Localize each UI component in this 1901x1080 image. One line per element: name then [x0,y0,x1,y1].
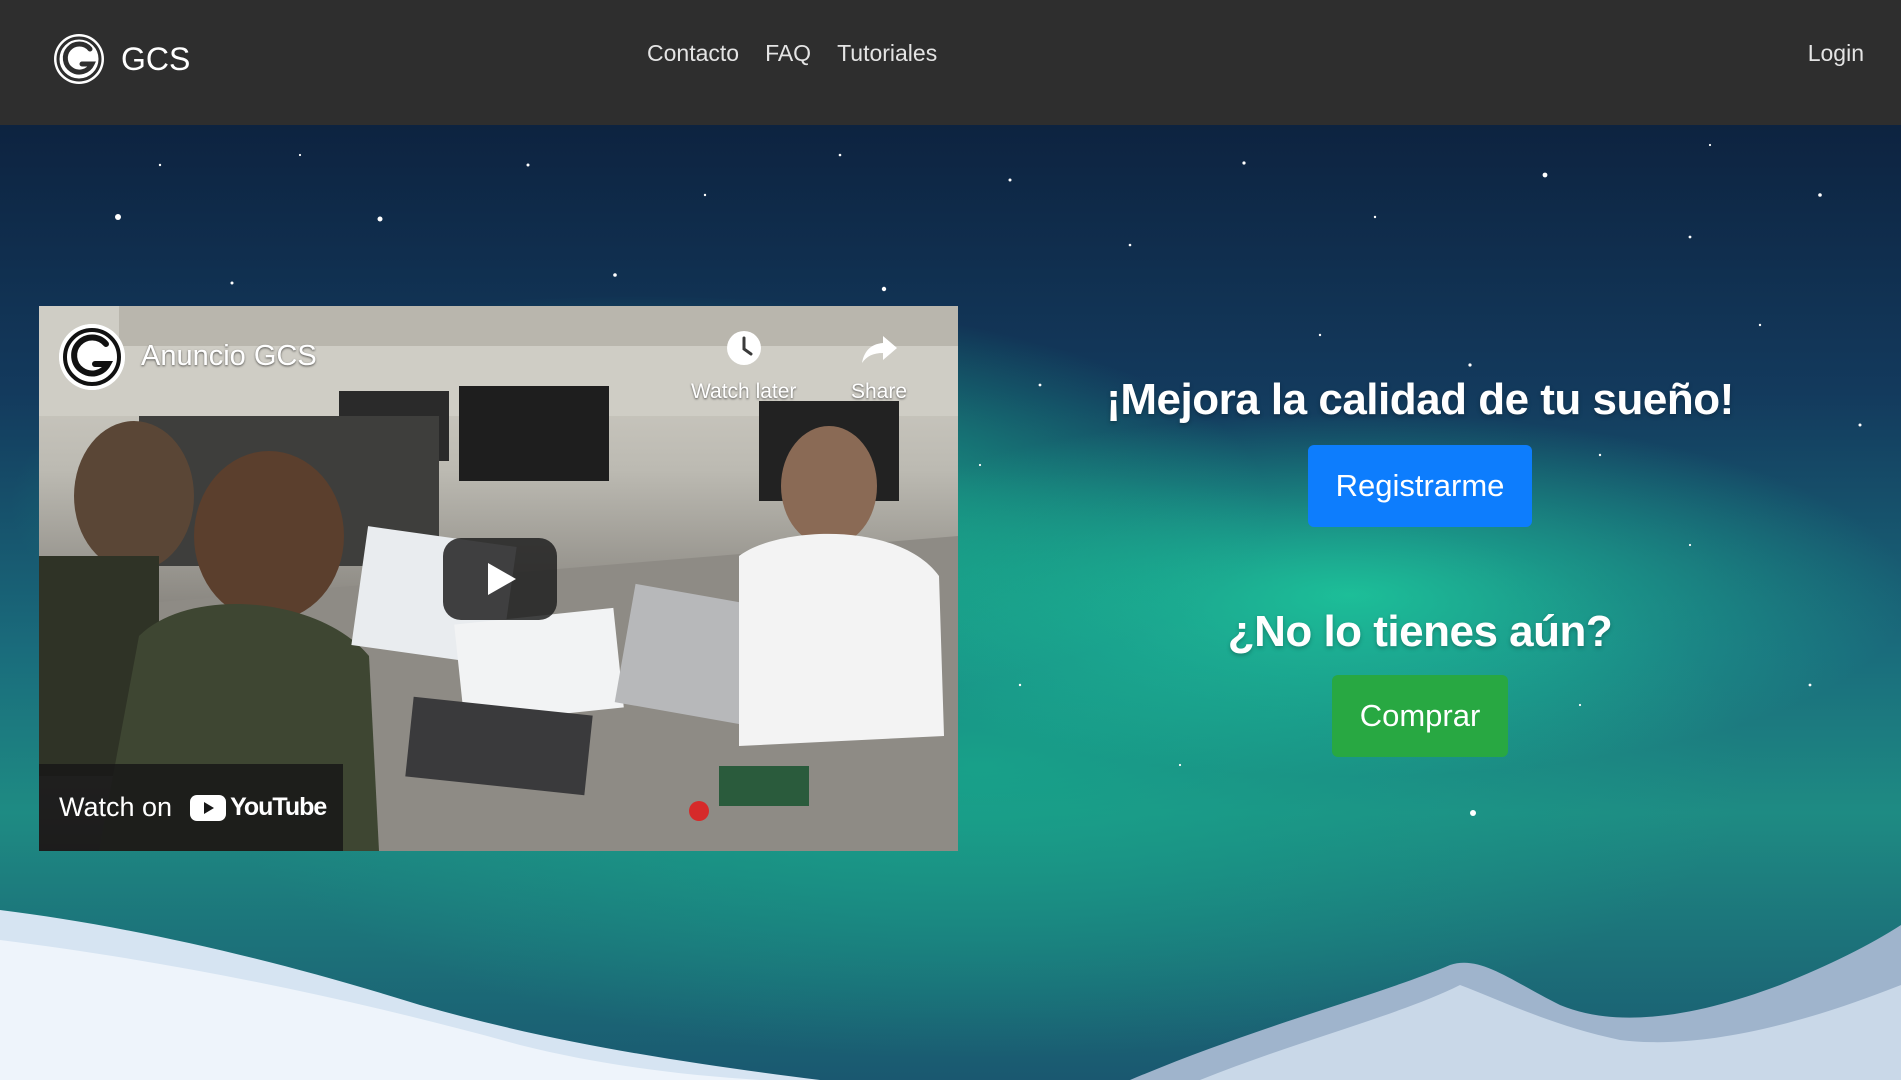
hero-section: Anuncio GCS Watch later Share Watch on Y… [0,125,1901,1080]
secondary-headline: ¿No lo tienes aún? [1227,607,1613,656]
gcs-logo-icon [54,34,104,84]
main-headline: ¡Mejora la calidad de tu sueño! [1106,375,1734,424]
watch-later-label: Watch later [691,380,797,403]
youtube-logo-icon [190,794,227,821]
play-button[interactable] [443,538,557,620]
nav-links: Contacto FAQ Tutoriales [647,40,937,67]
login-link[interactable]: Login [1808,40,1864,67]
cta-section: ¡Mejora la calidad de tu sueño! Registra… [1040,375,1800,757]
register-button[interactable]: Registrarme [1307,445,1533,527]
share-arrow-icon [862,336,898,363]
buy-button[interactable]: Comprar [1331,675,1509,757]
channel-avatar[interactable] [59,324,125,390]
youtube-logo: YouTube [190,793,327,822]
nav-link-contacto[interactable]: Contacto [647,40,739,67]
share-button[interactable]: Share [851,328,907,404]
youtube-video-embed[interactable]: Anuncio GCS Watch later Share Watch on Y… [39,306,958,851]
brand[interactable]: GCS [52,30,190,88]
youtube-wordmark: YouTube [230,793,327,821]
play-icon [443,538,557,620]
nav-link-tutoriales[interactable]: Tutoriales [837,40,937,67]
share-label: Share [851,380,908,403]
gcs-logo-icon [59,324,125,390]
video-title[interactable]: Anuncio GCS [141,340,317,373]
navbar: GCS Contacto FAQ Tutoriales Login [0,0,1901,125]
watch-on-label: Watch on [59,792,173,822]
watch-on-youtube-link[interactable]: Watch on YouTube [39,764,343,851]
brand-name: GCS [121,40,191,77]
clock-icon [726,331,761,365]
nav-link-faq[interactable]: FAQ [765,40,811,67]
watch-later-button[interactable]: Watch later [691,328,796,404]
